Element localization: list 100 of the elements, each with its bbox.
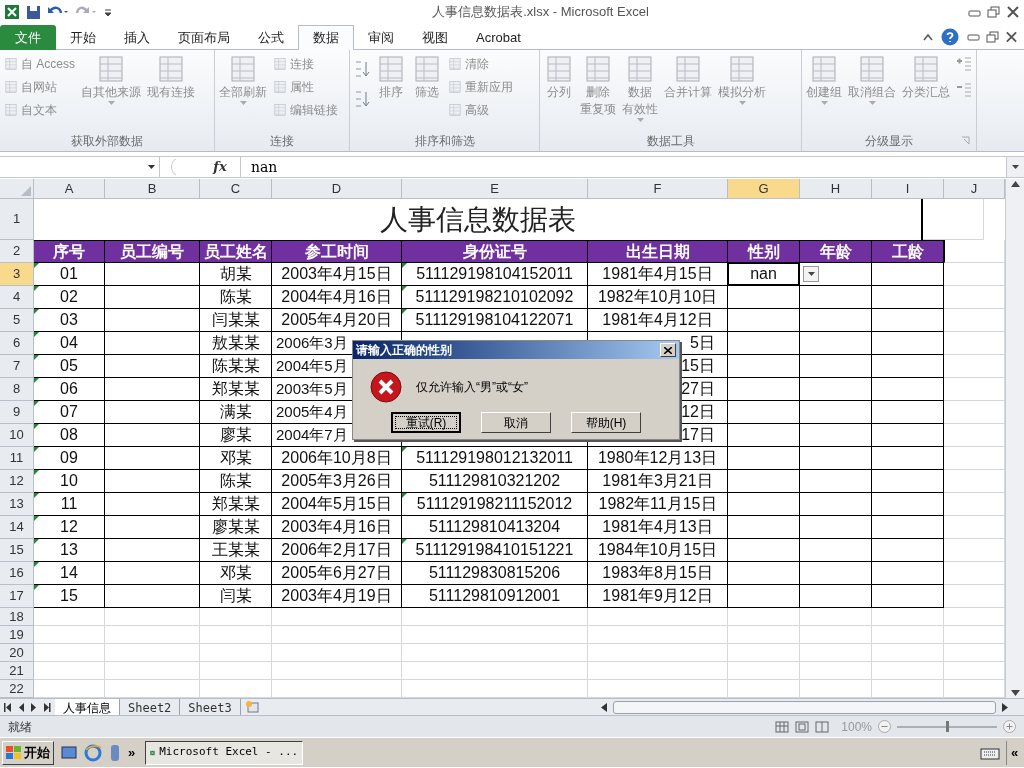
expand-formula-button[interactable]	[1006, 157, 1024, 177]
column-heading: 员工编号	[105, 240, 200, 263]
empty-cell	[728, 626, 800, 644]
vertical-scrollbar[interactable]	[1005, 179, 1024, 698]
column-header[interactable]: A	[34, 179, 105, 199]
column-header[interactable]: G	[728, 179, 800, 199]
dialog-button[interactable]: 取消	[481, 412, 551, 433]
help-icon[interactable]	[941, 27, 959, 46]
table-cell-text: 2003年4月19日	[281, 586, 392, 606]
hide-detail-icon[interactable]	[956, 82, 972, 98]
table-cell-text: 陈某某	[211, 356, 260, 376]
more-button[interactable]: »	[128, 742, 136, 763]
table-cell-text: 03	[60, 310, 78, 330]
browser-icon[interactable]	[84, 743, 102, 762]
ribbon-tab[interactable]: 页面布局	[164, 25, 244, 50]
horizontal-scrollbar[interactable]	[612, 700, 996, 714]
taskbar-window-button[interactable]: Microsoft Excel - ...	[145, 740, 304, 765]
ribbon-tab[interactable]: 公式	[244, 25, 298, 50]
row-header[interactable]: 1	[0, 199, 34, 240]
group-label: 连接	[270, 133, 294, 150]
table-icon	[273, 57, 287, 71]
row-header[interactable]: 15	[0, 539, 34, 562]
row-header[interactable]: 12	[0, 470, 34, 493]
table-cell-text: 2005年6月27日	[281, 563, 392, 583]
row-header[interactable]: 22	[0, 680, 34, 698]
row-header[interactable]: 14	[0, 516, 34, 539]
minimize-icon[interactable]	[967, 32, 980, 41]
sheet-tab[interactable]: 人事信息	[55, 698, 120, 716]
row-header[interactable]: 2	[0, 240, 34, 263]
row-header[interactable]: 5	[0, 309, 34, 332]
column-header[interactable]: E	[402, 179, 588, 199]
caret-icon	[107, 101, 115, 105]
row-header[interactable]: 16	[0, 562, 34, 585]
column-header[interactable]: D	[272, 179, 402, 199]
row-header[interactable]: 19	[0, 626, 34, 644]
ribbon-tab[interactable]: Acrobat	[462, 25, 535, 50]
dialog-button[interactable]: 帮助(H)	[571, 412, 641, 433]
column-header[interactable]: I	[872, 179, 944, 199]
ribbon-tab[interactable]: 审阅	[354, 25, 408, 50]
row-header[interactable]: 6	[0, 332, 34, 355]
column-header[interactable]: H	[800, 179, 872, 199]
row-header[interactable]: 3	[0, 263, 34, 286]
row-header[interactable]: 9	[0, 401, 34, 424]
row-header[interactable]: 10	[0, 424, 34, 447]
ribbon-tab[interactable]: 开始	[56, 25, 110, 50]
sort-ascending-icon[interactable]	[354, 60, 370, 78]
row-header[interactable]: 18	[0, 608, 34, 626]
collapse-ribbon-icon[interactable]	[923, 32, 933, 41]
restore-icon[interactable]	[987, 6, 1000, 18]
normal-view-icon[interactable]	[775, 720, 790, 733]
scroll-left-icon[interactable]	[600, 702, 607, 712]
file-tab[interactable]: 文件	[0, 25, 56, 50]
scroll-right-icon[interactable]	[1002, 702, 1008, 712]
empty-cell	[200, 644, 272, 662]
start-button[interactable]: 开始	[2, 740, 54, 765]
page-break-icon[interactable]	[815, 720, 830, 733]
media-icon[interactable]	[108, 743, 122, 762]
save-icon[interactable]	[26, 4, 41, 20]
close-icon[interactable]	[1005, 30, 1018, 43]
show-detail-icon[interactable]	[956, 56, 972, 72]
zoom-thumb[interactable]	[945, 720, 949, 732]
table-cell-text: 郑某某	[211, 494, 260, 514]
restore-icon[interactable]	[986, 30, 999, 43]
scroll-up-icon[interactable]	[1010, 181, 1020, 187]
row-header[interactable]: 20	[0, 644, 34, 662]
row-header[interactable]: 7	[0, 355, 34, 378]
row-header[interactable]: 17	[0, 585, 34, 608]
close-button[interactable]	[660, 343, 676, 357]
insert-function-button[interactable]: fx	[208, 157, 232, 177]
column-header[interactable]: C	[200, 179, 272, 199]
column-header[interactable]: J	[944, 179, 1005, 199]
column-header[interactable]: F	[588, 179, 728, 199]
ribbon-tab[interactable]: 视图	[408, 25, 462, 50]
scroll-down-icon[interactable]	[1010, 690, 1020, 696]
table-cell-text: 廖某某	[211, 517, 260, 537]
zoom-out-icon[interactable]	[878, 720, 891, 733]
dialog-button[interactable]: 重试(R)	[391, 412, 461, 433]
desktop-icon[interactable]	[60, 743, 78, 762]
ribbon-tab[interactable]: 插入	[110, 25, 164, 50]
page-layout-icon[interactable]	[795, 720, 810, 733]
customize-icon[interactable]	[103, 6, 113, 18]
table-icon	[273, 103, 287, 117]
row-header[interactable]: 8	[0, 378, 34, 401]
table-icon	[727, 54, 757, 84]
zoom-in-icon[interactable]	[1003, 720, 1016, 733]
row-header[interactable]: 13	[0, 493, 34, 516]
row-header[interactable]: 4	[0, 286, 34, 309]
row-header[interactable]: 21	[0, 662, 34, 680]
minimize-icon[interactable]	[968, 7, 981, 17]
sort-descending-icon[interactable]	[354, 90, 370, 108]
tray-toggle-button[interactable]: «	[1006, 740, 1022, 765]
ribbon-tab[interactable]: 数据	[298, 25, 354, 50]
sheet-nav-icon[interactable]	[43, 702, 51, 712]
close-icon[interactable]	[1006, 6, 1020, 18]
column-header[interactable]: B	[105, 179, 200, 199]
keyboard-icon[interactable]	[980, 745, 1000, 760]
dialog-title: 请输入正确的性别	[356, 342, 452, 359]
sheet-nav-icon[interactable]	[4, 702, 12, 712]
row-header[interactable]: 11	[0, 447, 34, 470]
dropdown-button[interactable]	[803, 266, 819, 282]
